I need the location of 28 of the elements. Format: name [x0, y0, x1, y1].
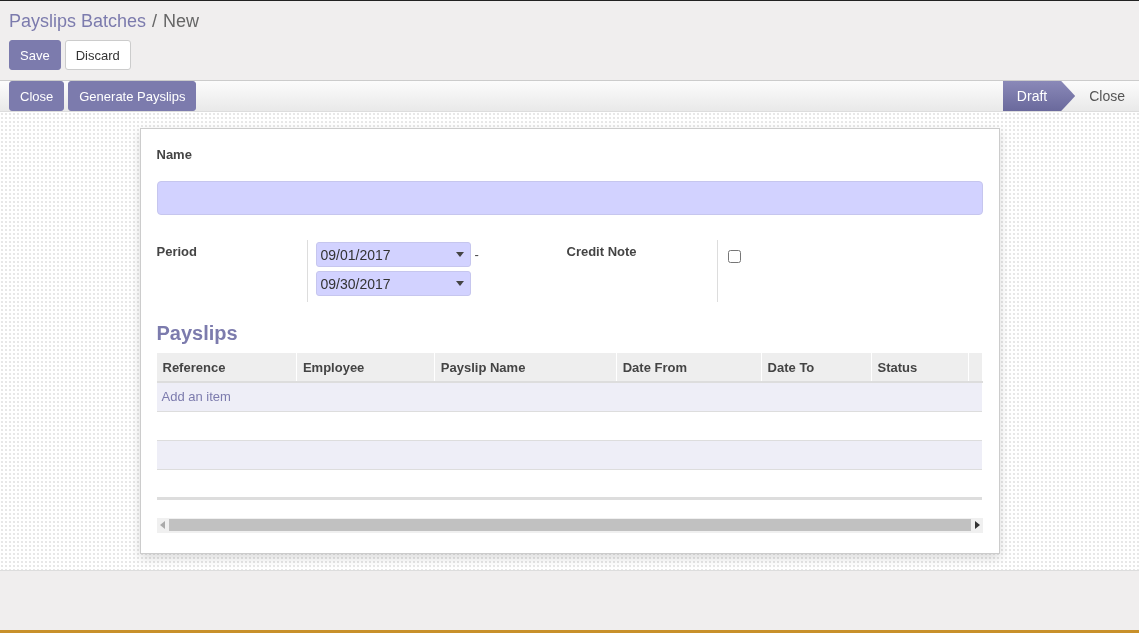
status-stage[interactable]: Draft [1002, 81, 1076, 111]
breadcrumb-separator: / [152, 11, 158, 32]
name-input[interactable] [156, 181, 983, 215]
column-header[interactable]: Employee [296, 353, 435, 382]
horizontal-scrollbar[interactable] [156, 517, 983, 533]
header-button[interactable]: Generate Payslips [68, 81, 197, 111]
section-title: Payslips [156, 322, 239, 345]
caret-icon [455, 281, 464, 286]
header-button[interactable]: Close [9, 81, 65, 111]
discard-button[interactable]: Discard [64, 40, 131, 70]
field-label: Name [156, 147, 193, 162]
caret-icon [455, 252, 464, 257]
field-label: Credit Note [566, 244, 637, 259]
date-field[interactable]: 09/01/2017 [315, 242, 471, 267]
column-header[interactable]: Payslip Name [434, 353, 617, 382]
save-button[interactable]: Save [9, 40, 61, 70]
column-header[interactable]: Reference [156, 353, 297, 382]
breadcrumb-current: New [163, 11, 200, 32]
column-header[interactable]: Status [871, 353, 969, 382]
scroll-right-icon[interactable] [974, 521, 980, 529]
field-label: Period [156, 244, 197, 259]
column-header[interactable]: Date To [761, 353, 871, 382]
scroll-left-icon[interactable] [159, 521, 165, 529]
column-header[interactable]: Date From [616, 353, 762, 382]
date-separator: - [474, 247, 479, 262]
add-item-link[interactable]: Add an item [161, 389, 231, 405]
date-field[interactable]: 09/30/2017 [315, 271, 471, 296]
credit-note-checkbox[interactable] [727, 250, 741, 263]
